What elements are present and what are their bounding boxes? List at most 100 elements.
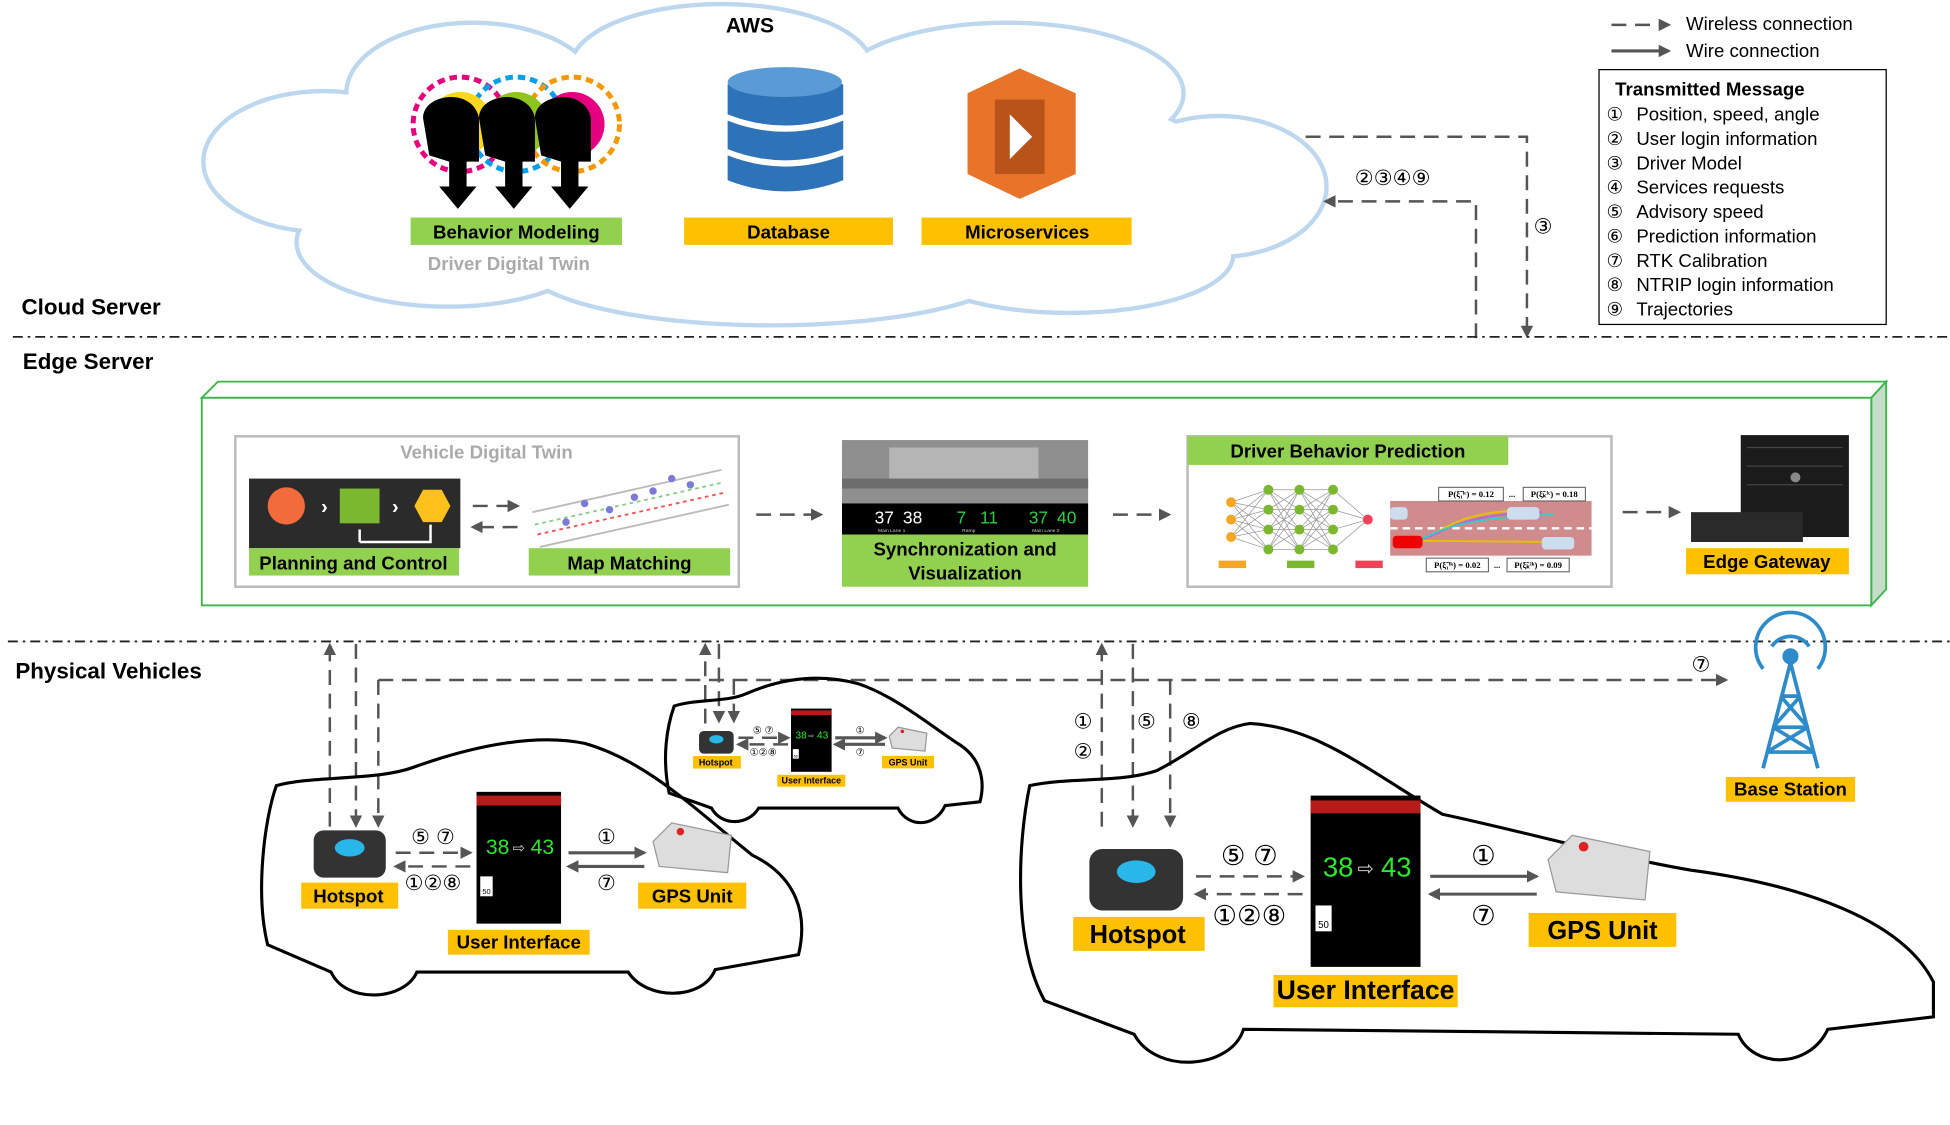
nn-node [1294,484,1305,495]
cloud-server-label: Cloud Server [22,295,161,320]
sync-visualization-image: 37 38Main Lane 1 7 11 Ramp 37 40Main Lane 2 [841,440,1089,535]
hotspot-label: Hotspot [313,885,383,906]
nn-node [1328,544,1338,555]
advisory-speed: 43 [531,836,555,859]
ui-to-hotspot-messages: ⑤ ⑦ [411,826,455,849]
legend-number: ② [1606,128,1623,149]
nn-node [1328,524,1338,535]
user-interface-label: User Interface [457,931,581,952]
user-interface-label: User Interface [1277,975,1455,1005]
uplink-message-1: ① [1074,710,1093,733]
svg-text:⇨: ⇨ [1357,858,1373,880]
physical-vehicles-label: Physical Vehicles [15,659,201,684]
ui-to-gps-message: ⑦ [856,748,865,759]
edge-to-cloud-link [1323,195,1478,339]
sync-readout-lane: Ramp [962,528,975,534]
vehicle-devices-left: Hotspot 38 ⇨ 43 50 User Interface GPS Unit ⑤ ⑦ ①… [301,791,747,955]
gps-unit-icon [1547,834,1651,901]
base-station-label: Base Station [1734,779,1847,800]
svg-text:›: › [321,496,328,518]
legend-number: ③ [1606,152,1623,173]
hotspot-label: Hotspot [699,758,733,768]
current-speed: 38 [486,836,510,859]
cloud-to-edge-message: ③ [1534,216,1553,239]
edge-to-cloud-messages: ②③④⑨ [1355,167,1431,190]
nn-node [1328,484,1338,495]
planning-control-image: › › [249,478,461,549]
legend-number: ⑦ [1606,250,1623,271]
gps-to-ui-message: ① [597,826,616,849]
microservices-icon [967,68,1076,199]
hotspot-label: Hotspot [1090,921,1187,949]
gps-unit-label: GPS Unit [652,885,733,906]
system-architecture-diagram: AWS Behavior Modeling Driver Digital Twi… [7,1,1950,1064]
sync-readout-to: 11 [980,507,998,527]
hotspot-to-ui-messages: ①②⑧ [1212,900,1286,931]
user-interface-phone: 38 ⇨ 4350 [1310,795,1421,967]
nn-node [1328,504,1338,515]
advisory-speed: 43 [817,730,829,741]
wireless-legend-label: Wireless connection [1686,13,1853,34]
sync-readout-from: 7 [956,507,966,527]
gps-to-ui-message: ① [856,726,865,737]
probability-label: P(ξ̃₁ˡᶜ) = 0.12 [1448,489,1494,499]
advisory-speed: 43 [1381,851,1412,882]
legend-item-text: Position, speed, angle [1636,104,1819,125]
legend-number: ⑤ [1606,201,1623,222]
sync-readout-from: 37 [1029,507,1048,527]
sync-label-line1: Synchronization and [873,539,1056,560]
downlink-message-8: ⑧ [1182,710,1201,733]
user-interface-phone: 38 ⇨ 4350 [791,708,832,772]
legend-item-text: Driver Model [1636,152,1742,173]
ui-to-hotspot-messages: ⑤ ⑦ [753,726,774,737]
base-station-icon [1753,610,1828,769]
gps-unit-label: GPS Unit [1547,917,1658,945]
database-label: Database [747,222,830,243]
behavior-modeling-label: Behavior Modeling [433,222,600,243]
nn-node [1294,524,1305,535]
nn-node [1263,484,1274,495]
svg-text:⇨: ⇨ [808,732,814,740]
downlink-message-5: ⑤ [1137,710,1156,733]
sync-readout-to: 40 [1057,507,1076,527]
user-interface-label: User Interface [781,776,841,786]
edge-server-label: Edge Server [23,349,154,374]
driver-digital-twin-label: Driver Digital Twin [428,253,590,274]
map-matching-label: Map Matching [567,552,691,573]
ui-to-hotspot-messages: ⑤ ⑦ [1221,840,1278,871]
sync-readout-from: 37 [875,507,894,527]
probability-label: P(ξ̃₁ˡᵏ) = 0.02 [1434,560,1481,570]
legend-number: ⑥ [1606,225,1623,246]
legend-number: ⑨ [1606,298,1623,319]
legend: Wireless connection Wire connection Tran… [1598,13,1887,326]
legend-item-text: Services requests [1636,177,1784,198]
lane-change-prediction-image [1390,500,1592,556]
legend-number: ④ [1606,177,1623,198]
message-legend-title: Transmitted Message [1615,79,1804,100]
legend-number: ① [1606,104,1623,125]
speed-limit-sign: 50 [482,887,490,896]
gps-unit-icon [652,822,733,874]
legend-item-text: Prediction information [1636,225,1816,246]
vehicle-devices-middle: Hotspot 38 ⇨ 43 50 User Interface GPS Unit ⑤ ⑦ ①… [693,708,934,787]
nn-node [1263,524,1274,535]
user-interface-phone: 38 ⇨ 4350 [476,791,562,924]
current-speed: 38 [1323,851,1354,882]
aws-title: AWS [726,14,774,37]
speed-limit-sign: 50 [794,754,798,758]
uplink-message-2: ② [1074,740,1093,763]
svg-text:›: › [392,496,399,518]
legend-item-text: User login information [1636,128,1817,149]
legend-item-text: Advisory speed [1636,201,1763,222]
microservices-label: Microservices [965,222,1089,243]
legend-item-text: NTRIP login information [1636,274,1833,295]
aws-cloud [201,1,1329,328]
probability-label: P(ξ̃ₖˡᵏ) = 0.09 [1514,560,1562,570]
sync-readout-lane: Main Lane 2 [1032,528,1060,534]
nn-node [1226,497,1237,508]
hotspot-to-ui-messages: ①②⑧ [405,872,462,895]
legend-item-text: RTK Calibration [1636,250,1767,271]
prediction-label: Driver Behavior Prediction [1230,440,1465,461]
nn-node [1263,504,1274,515]
sync-label-line2: Visualization [908,562,1022,583]
